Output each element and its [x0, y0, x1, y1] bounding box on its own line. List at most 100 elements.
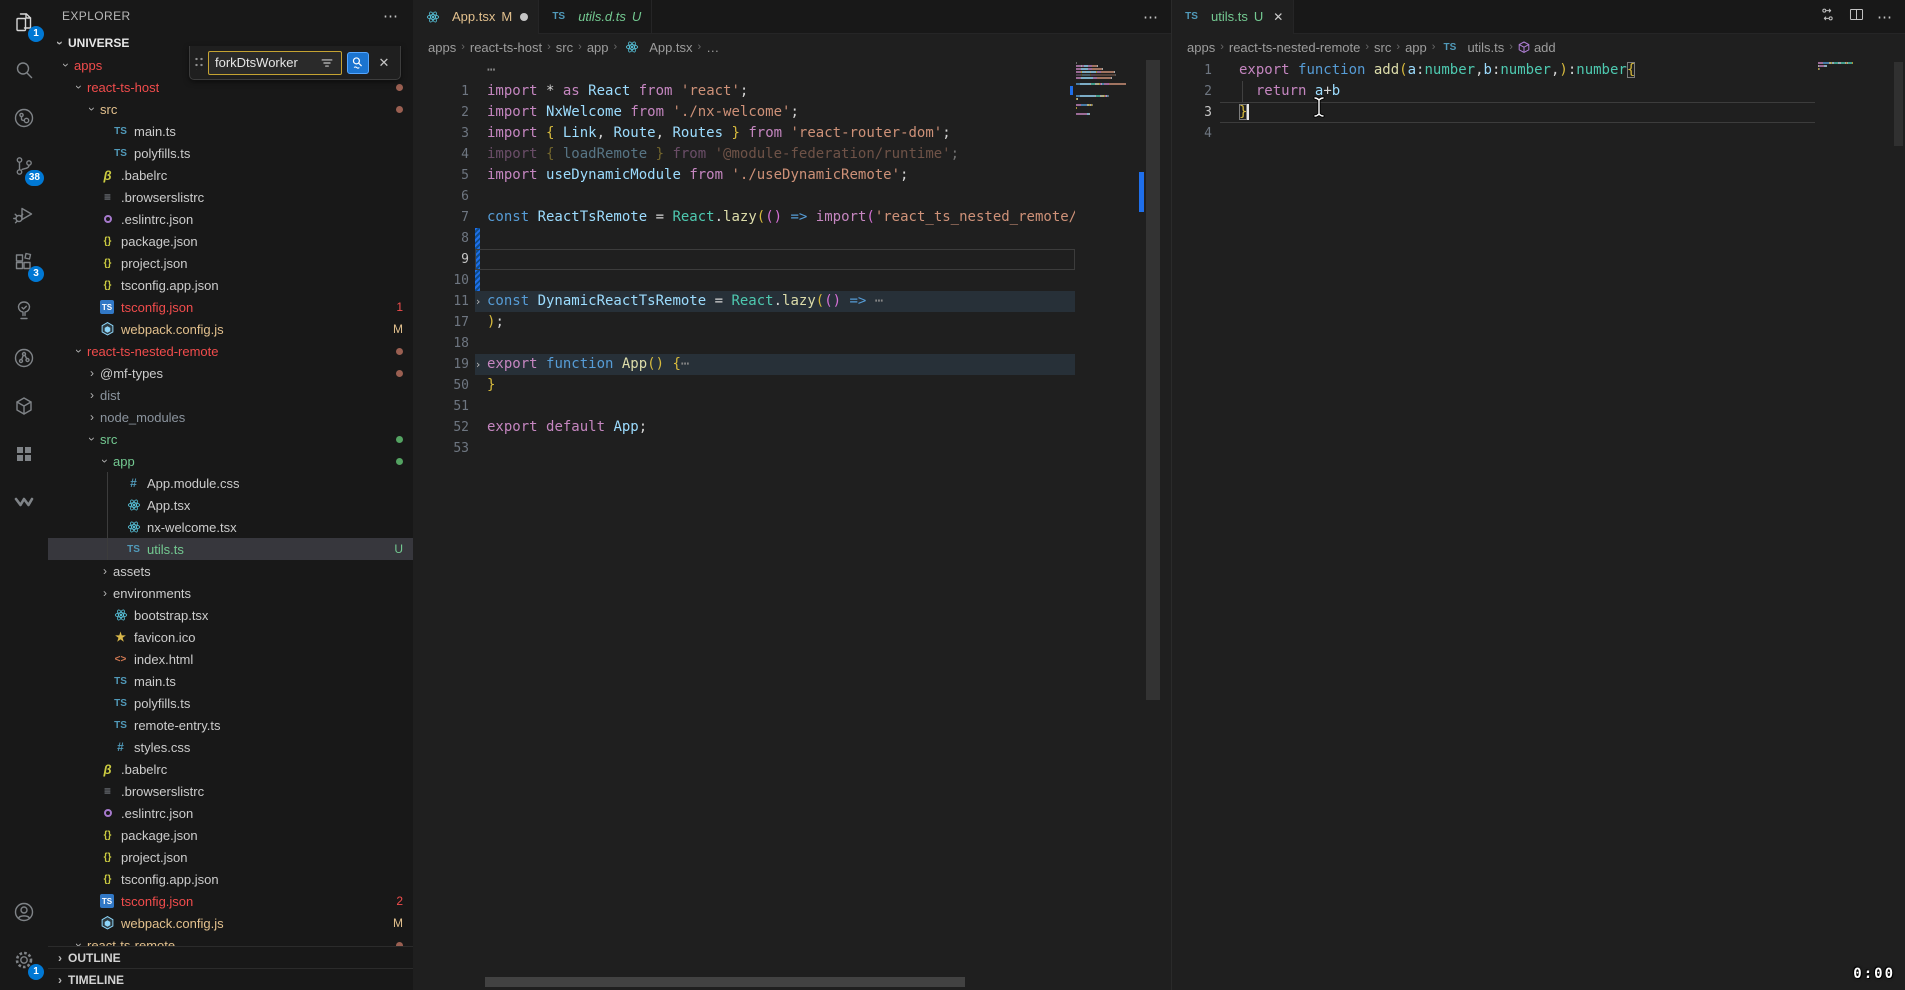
- tree-item[interactable]: webpack.config.jsM: [48, 912, 413, 934]
- activity-explorer[interactable]: 1: [0, 0, 48, 48]
- more-actions-button[interactable]: ⋯: [1877, 8, 1893, 26]
- find-input[interactable]: [215, 55, 317, 70]
- code-line[interactable]: 11›const DynamicReactTsRemote = React.la…: [413, 291, 1075, 312]
- editor-utils-ts[interactable]: 1export function add(a:number,b:number,)…: [1172, 60, 1905, 990]
- tab-utils.ts[interactable]: TSutils.tsU✕: [1172, 0, 1294, 33]
- code-line[interactable]: 18: [413, 333, 1075, 354]
- tab-App.tsx[interactable]: App.tsxM: [413, 0, 539, 33]
- breadcrumb-item[interactable]: apps: [1187, 40, 1215, 55]
- tree-item[interactable]: {}tsconfig.app.json: [48, 274, 413, 296]
- code-line[interactable]: 1import * as React from 'react';: [413, 81, 1075, 102]
- tree-item[interactable]: ★favicon.ico: [48, 626, 413, 648]
- code-line[interactable]: 51: [413, 396, 1075, 417]
- tree-item[interactable]: TStsconfig.json1: [48, 296, 413, 318]
- activity-timeline-circle[interactable]: [0, 336, 48, 384]
- activity-grid[interactable]: [0, 432, 48, 480]
- tree-item[interactable]: webpack.config.jsM: [48, 318, 413, 340]
- tree-item[interactable]: {}tsconfig.app.json: [48, 868, 413, 890]
- code-line[interactable]: 7const ReactTsRemote = React.lazy(() => …: [413, 207, 1075, 228]
- code-line[interactable]: 19›export function App() {⋯: [413, 354, 1075, 375]
- activity-account[interactable]: [0, 890, 48, 938]
- tree-item[interactable]: ›src: [48, 98, 413, 120]
- breadcrumb-item[interactable]: TSutils.ts: [1440, 40, 1504, 55]
- fold-chevron-icon[interactable]: ›: [471, 354, 485, 375]
- fold-chevron-icon[interactable]: ›: [471, 291, 485, 312]
- code-line[interactable]: 10: [413, 270, 1075, 291]
- breadcrumb-item[interactable]: react-ts-nested-remote: [1229, 40, 1361, 55]
- breadcrumb-item[interactable]: …: [706, 40, 719, 55]
- tree-item[interactable]: {}package.json: [48, 230, 413, 252]
- activity-nx-console[interactable]: [0, 384, 48, 432]
- timeline-panel-header[interactable]: › TIMELINE: [48, 968, 413, 990]
- code-line[interactable]: 1export function add(a:number,b:number,)…: [1172, 60, 1815, 81]
- outline-panel-header[interactable]: › OUTLINE: [48, 946, 413, 968]
- tree-item[interactable]: ›node_modules: [48, 406, 413, 428]
- tree-item[interactable]: ›environments: [48, 582, 413, 604]
- code-line[interactable]: 50}: [413, 375, 1075, 396]
- tree-item[interactable]: ›assets: [48, 560, 413, 582]
- tree-item[interactable]: #styles.css: [48, 736, 413, 758]
- tree-item[interactable]: App.tsx: [48, 494, 413, 516]
- code-line[interactable]: 8: [413, 228, 1075, 249]
- breadcrumb-item[interactable]: src: [1374, 40, 1391, 55]
- tree-item[interactable]: TSmain.ts: [48, 120, 413, 142]
- tree-item[interactable]: β.babelrc: [48, 758, 413, 780]
- tree-item[interactable]: ›react-ts-remote: [48, 934, 413, 946]
- activity-testing-tree[interactable]: [0, 288, 48, 336]
- code-line[interactable]: 2import NxWelcome from './nx-welcome';: [413, 102, 1075, 123]
- activity-settings[interactable]: 1: [0, 938, 48, 986]
- tree-item[interactable]: .eslintrc.json: [48, 802, 413, 824]
- tree-item[interactable]: {}package.json: [48, 824, 413, 846]
- editor-app-tsx[interactable]: ⋯1import * as React from 'react';2import…: [413, 60, 1171, 990]
- tree-item[interactable]: #App.module.css: [48, 472, 413, 494]
- tree-item[interactable]: β.babelrc: [48, 164, 413, 186]
- fuzzy-match-button[interactable]: [347, 52, 369, 74]
- tree-item[interactable]: {}project.json: [48, 846, 413, 868]
- activity-extensions[interactable]: 3: [0, 240, 48, 288]
- vertical-scrollbar[interactable]: [1894, 62, 1903, 146]
- tree-item[interactable]: ›src: [48, 428, 413, 450]
- code-line[interactable]: 6: [413, 186, 1075, 207]
- breadcrumb-item[interactable]: app: [587, 40, 609, 55]
- close-tab-icon[interactable]: ✕: [1273, 10, 1283, 24]
- tree-item[interactable]: .eslintrc.json: [48, 208, 413, 230]
- code-line[interactable]: ⋯: [413, 60, 1075, 81]
- code-line[interactable]: 4: [1172, 123, 1815, 144]
- breadcrumb-item[interactable]: add: [1518, 40, 1556, 55]
- breadcrumb-item[interactable]: app: [1405, 40, 1427, 55]
- code-line[interactable]: 4import { loadRemote } from '@module-fed…: [413, 144, 1075, 165]
- code-line[interactable]: 17);: [413, 312, 1075, 333]
- explorer-more-actions-button[interactable]: ⋯: [383, 7, 399, 25]
- vertical-scrollbar[interactable]: [1146, 60, 1160, 700]
- code-line[interactable]: 53: [413, 438, 1075, 459]
- tree-item[interactable]: TSutils.tsU: [48, 538, 413, 560]
- code-line[interactable]: 5import useDynamicModule from './useDyna…: [413, 165, 1075, 186]
- breadcrumb-item[interactable]: src: [556, 40, 573, 55]
- filter-icon[interactable]: [317, 53, 337, 73]
- tree-item[interactable]: TSmain.ts: [48, 670, 413, 692]
- tree-item[interactable]: TSpolyfills.ts: [48, 692, 413, 714]
- tree-item[interactable]: ≡.browserslistrc: [48, 186, 413, 208]
- tree-item[interactable]: bootstrap.tsx: [48, 604, 413, 626]
- activity-zigzag[interactable]: [0, 480, 48, 528]
- tree-item[interactable]: TSremote-entry.ts: [48, 714, 413, 736]
- activity-run-debug[interactable]: [0, 192, 48, 240]
- tree-item[interactable]: nx-welcome.tsx: [48, 516, 413, 538]
- breadcrumb-item[interactable]: apps: [428, 40, 456, 55]
- minimap[interactable]: [1818, 62, 1880, 74]
- close-icon[interactable]: ✕: [374, 53, 394, 73]
- tree-item[interactable]: ›react-ts-nested-remote: [48, 340, 413, 362]
- tree-item[interactable]: ›@mf-types: [48, 362, 413, 384]
- tree-item[interactable]: ›app: [48, 450, 413, 472]
- tree-item[interactable]: ›dist: [48, 384, 413, 406]
- code-line[interactable]: 9: [413, 249, 1075, 270]
- tree-item[interactable]: <>index.html: [48, 648, 413, 670]
- code-line[interactable]: 3}: [1172, 102, 1815, 123]
- tree-item[interactable]: TStsconfig.json2: [48, 890, 413, 912]
- code-line[interactable]: 3import { Link, Route, Routes } from 're…: [413, 123, 1075, 144]
- horizontal-scrollbar[interactable]: [485, 977, 965, 987]
- breadcrumb-item[interactable]: react-ts-host: [470, 40, 542, 55]
- activity-remote-graph[interactable]: [0, 96, 48, 144]
- minimap[interactable]: [1076, 62, 1138, 119]
- tree-item[interactable]: {}project.json: [48, 252, 413, 274]
